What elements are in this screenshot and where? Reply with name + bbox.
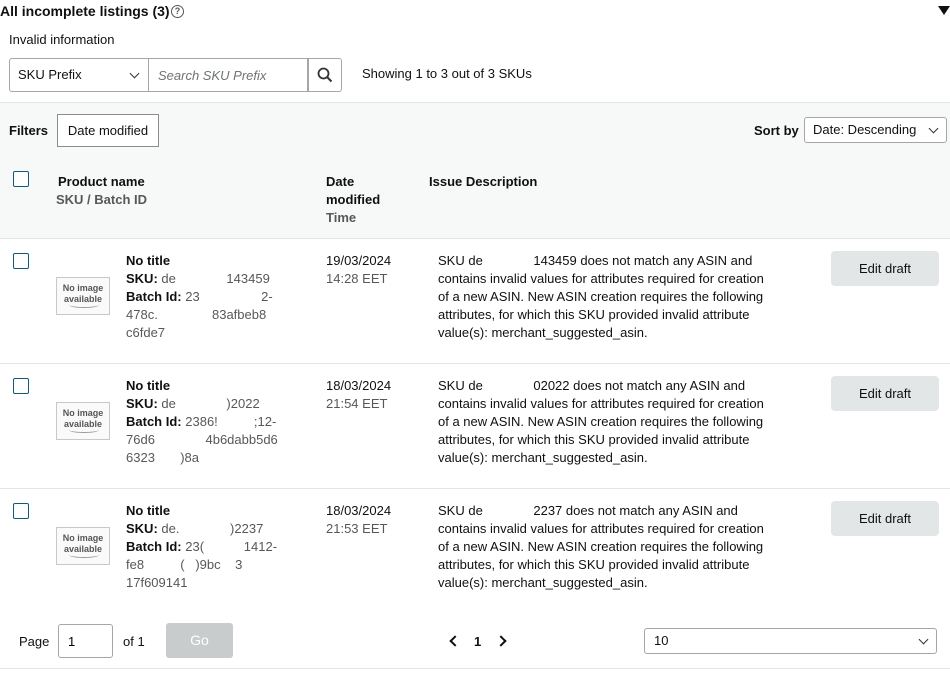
row-checkbox[interactable] [13, 378, 29, 394]
batch-value-line2: 76d6 4b6dabb5d6 [126, 432, 278, 447]
no-image-placeholder: No image available [56, 277, 110, 315]
edit-draft-button[interactable]: Edit draft [831, 251, 939, 286]
issue-description: SKU de 143459 does not match any ASIN an… [438, 253, 768, 340]
batch-value-line3: c6fde7 [126, 325, 166, 340]
batch-value-line2: fe8 ( )9bc 3 [126, 557, 243, 572]
time-value: 14:28 EET [326, 271, 388, 286]
date-value: 19/03/2024 [326, 253, 392, 268]
filter-date-modified-button[interactable]: Date modified [57, 114, 159, 147]
product-meta: SKU: de )2022 Batch Id: 2386! ;12- 76d6 … [126, 395, 306, 467]
no-image-placeholder: No image available [56, 402, 110, 440]
chevron-left-icon[interactable] [449, 635, 461, 647]
page-total-label: of 1 [123, 634, 145, 649]
date-value: 18/03/2024 [326, 378, 392, 393]
current-page-number[interactable]: 1 [474, 634, 481, 649]
go-button[interactable]: Go [166, 623, 233, 658]
date-cell: 18/03/2024 21:53 EET [326, 502, 391, 538]
divider [0, 363, 950, 364]
select-all-checkbox[interactable] [13, 171, 29, 187]
edit-draft-button[interactable]: Edit draft [831, 376, 939, 411]
col-time: Time [326, 210, 357, 225]
batch-label: Batch Id: [126, 414, 182, 429]
batch-label: Batch Id: [126, 539, 182, 554]
product-title: No title [126, 503, 171, 518]
product-meta: SKU: de 143459 Batch Id: 23 2- 478c. 83a… [126, 270, 306, 342]
no-image-text: No image [62, 283, 104, 293]
col-sku-batch: SKU / Batch ID [56, 192, 148, 207]
divider [0, 488, 950, 489]
row-checkbox[interactable] [13, 503, 29, 519]
batch-value-line3: 6323 )8a [126, 450, 199, 465]
sku-prefix-select-label: SKU Prefix [18, 67, 82, 82]
date-value: 18/03/2024 [326, 503, 392, 518]
chevron-right-icon[interactable] [495, 635, 507, 647]
filters-label: Filters [9, 123, 49, 138]
help-icon[interactable]: ? [171, 5, 184, 18]
page-number-input[interactable] [58, 624, 113, 658]
sku-prefix-select[interactable]: SKU Prefix [9, 58, 149, 92]
sku-label: SKU: [126, 396, 158, 411]
sku-value: de. )2237 [161, 521, 264, 536]
batch-value: 2386! ;12- [185, 414, 277, 429]
sku-label: SKU: [126, 271, 158, 286]
product-title: No title [126, 253, 171, 268]
sku-value: de 143459 [161, 271, 270, 286]
collapse-caret-icon[interactable] [938, 6, 950, 15]
time-value: 21:54 EET [326, 396, 388, 411]
sort-select-label: Date: Descending [813, 122, 917, 137]
amazon-smile-icon [69, 552, 99, 558]
no-image-placeholder: No image available [56, 527, 110, 565]
col-date-modified: Date modified [326, 174, 381, 207]
sku-label: SKU: [126, 521, 158, 536]
batch-value-line2: 478c. 83afbeb8 [126, 307, 267, 322]
section-subtitle: Invalid information [9, 32, 115, 47]
divider [0, 668, 950, 669]
time-value: 21:53 EET [326, 521, 388, 536]
amazon-smile-icon [69, 427, 99, 433]
per-page-value: 10 [654, 633, 669, 648]
search-button[interactable] [308, 58, 342, 92]
issue-description: SKU de 02022 does not match any ASIN and… [438, 378, 768, 465]
batch-value-line3: 17f609141 [126, 575, 188, 590]
chevron-down-icon [129, 68, 140, 79]
results-count: Showing 1 to 3 out of 3 SKUs [362, 66, 532, 81]
issue-description: SKU de 2237 does not match any ASIN and … [438, 503, 768, 590]
chevron-down-icon [918, 634, 929, 645]
date-cell: 19/03/2024 14:28 EET [326, 252, 391, 288]
no-image-text: No image [62, 533, 104, 543]
search-input[interactable] [149, 58, 308, 92]
product-title: No title [126, 378, 171, 393]
row-checkbox[interactable] [13, 253, 29, 269]
amazon-smile-icon [69, 302, 99, 308]
product-meta: SKU: de. )2237 Batch Id: 23( 1412- fe8 (… [126, 520, 306, 592]
batch-label: Batch Id: [126, 289, 182, 304]
col-issue-description: Issue Description [429, 174, 538, 189]
batch-value: 23 2- [185, 289, 273, 304]
sort-select[interactable]: Date: Descending [804, 117, 947, 143]
sort-by-label: Sort by [754, 123, 799, 138]
page-label: Page [19, 634, 50, 649]
no-image-text: No image [62, 408, 104, 418]
sku-value: de )2022 [161, 396, 260, 411]
date-cell: 18/03/2024 21:54 EET [326, 377, 391, 413]
divider [0, 238, 950, 239]
col-product-name: Product name [58, 174, 145, 189]
chevron-down-icon [928, 123, 939, 134]
per-page-select[interactable]: 10 [644, 628, 937, 654]
edit-draft-button[interactable]: Edit draft [831, 501, 939, 536]
batch-value: 23( 1412- [185, 539, 278, 554]
page-title: All incomplete listings (3) [0, 3, 170, 19]
search-icon [317, 67, 333, 83]
